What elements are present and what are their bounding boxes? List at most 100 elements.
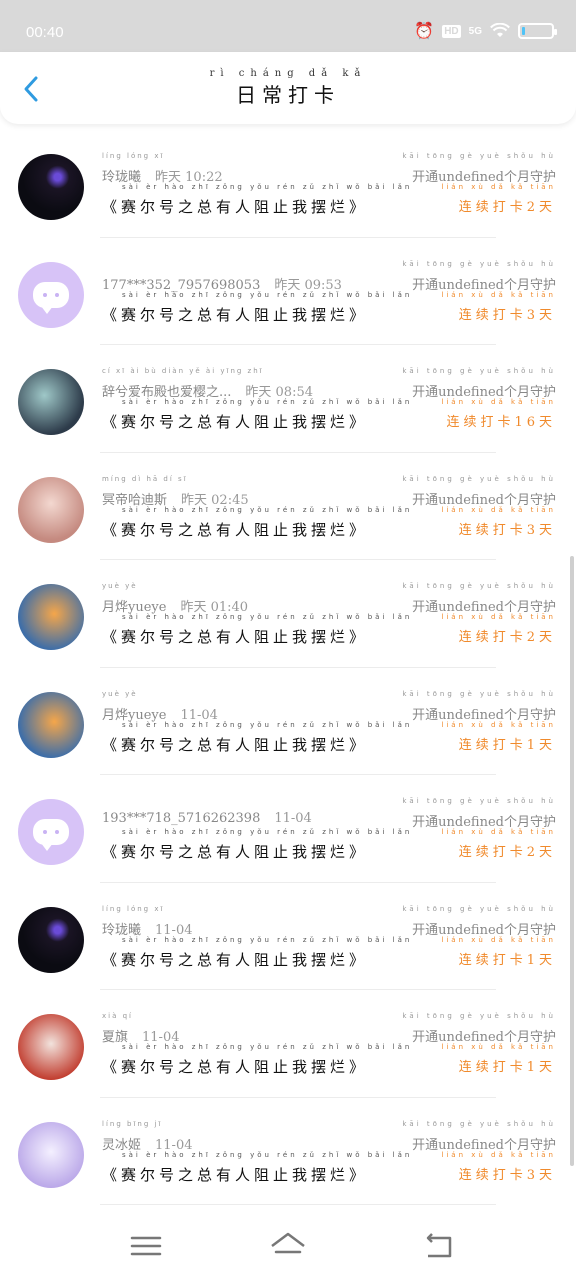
divider <box>100 1204 496 1205</box>
status-time: 00:40 <box>26 24 64 41</box>
user-name-pinyin: míng dì hā dí sī <box>102 474 188 483</box>
streak-text: 连续打卡1天 <box>458 952 556 968</box>
home-icon[interactable] <box>268 1228 308 1264</box>
book-title[interactable]: 《赛尔号之总有人阻止我摆烂》 <box>102 626 368 647</box>
scrollbar[interactable] <box>570 556 574 1166</box>
list-item[interactable]: 193***718_5716262398 11-04 sài èr hào zhī… <box>0 775 576 883</box>
user-name-pinyin: yuè yè <box>102 689 138 698</box>
list-item[interactable]: líng bīng jī 灵冰姬 11-04 sài èr hào zhī zǒn… <box>0 1098 576 1205</box>
streak-text: 连续打卡2天 <box>458 200 556 215</box>
book-title[interactable]: 《赛尔号之总有人阻止我摆烂》 <box>102 841 368 862</box>
status-icons: ⏰ HD 5G <box>414 20 557 42</box>
book-title-pinyin: sài èr hào zhī zǒng yǒu rén zǔ zhǐ wǒ bǎ… <box>122 828 413 836</box>
page-title-pinyin: rì cháng dǎ kǎ <box>209 68 367 79</box>
book-title-pinyin: sài èr hào zhī zǒng yǒu rén zǔ zhǐ wǒ bǎ… <box>122 1043 413 1051</box>
user-name-pinyin: xià qí <box>102 1012 133 1020</box>
avatar[interactable] <box>18 584 84 650</box>
open-guard-pinyin: kāi tōng gè yuè shǒu hù <box>402 797 556 805</box>
book-title[interactable]: 《赛尔号之总有人阻止我摆烂》 <box>102 196 368 217</box>
streak-text: 连续打卡1天 <box>458 737 556 753</box>
open-guard-pinyin: kāi tōng gè yuè shǒu hù <box>402 367 556 375</box>
streak-text: 连续打卡2天 <box>458 845 556 860</box>
streak-pinyin: lián xù dǎ kǎ tiān <box>441 935 556 944</box>
list-item[interactable]: líng lóng xī 玲珑曦 昨天 10:22 sài èr hào zhī … <box>0 130 576 238</box>
battery-icon <box>518 23 557 39</box>
book-title-pinyin: sài èr hào zhī zǒng yǒu rén zǔ zhǐ wǒ bǎ… <box>122 398 413 406</box>
book-title[interactable]: 《赛尔号之总有人阻止我摆烂》 <box>102 949 368 970</box>
user-name-pinyin: líng bīng jī <box>102 1119 163 1128</box>
checkin-time: 11-04 <box>274 811 312 826</box>
open-guard-pinyin: kāi tōng gè yuè shǒu hù <box>402 1119 556 1128</box>
user-name-pinyin: cí xī ài bù diàn yě ài yīng zhī <box>102 367 264 375</box>
user-name-pinyin: líng lóng xī <box>102 904 165 913</box>
book-title[interactable]: 《赛尔号之总有人阻止我摆烂》 <box>102 734 368 755</box>
menu-icon[interactable] <box>126 1228 166 1264</box>
book-title[interactable]: 《赛尔号之总有人阻止我摆烂》 <box>102 1164 368 1185</box>
chat-bubble-icon <box>33 281 69 314</box>
streak-pinyin: lián xù dǎ kǎ tiān <box>441 1150 556 1159</box>
open-guard-pinyin: kāi tōng gè yuè shǒu hù <box>402 582 556 590</box>
book-title-pinyin: sài èr hào zhī zǒng yǒu rén zǔ zhǐ wǒ bǎ… <box>122 183 413 191</box>
user-line: 193***718_5716262398 11-04 <box>102 811 312 826</box>
book-title-pinyin: sài èr hào zhī zǒng yǒu rén zǔ zhǐ wǒ bǎ… <box>122 290 413 299</box>
open-guard-pinyin: kāi tōng gè yuè shǒu hù <box>402 474 556 483</box>
book-title[interactable]: 《赛尔号之总有人阻止我摆烂》 <box>102 1056 368 1077</box>
list-item[interactable]: yuè yè 月烨yueye 11-04 sài èr hào zhī zǒng … <box>0 668 576 775</box>
list-item[interactable]: míng dì hā dí sī 冥帝哈迪斯 昨天 02:45 sài èr hà… <box>0 453 576 560</box>
streak-pinyin: lián xù dǎ kǎ tiān <box>441 613 556 621</box>
avatar[interactable] <box>18 1121 84 1188</box>
user-name-pinyin: yuè yè <box>102 582 138 590</box>
streak-pinyin: lián xù dǎ kǎ tiān <box>441 183 556 191</box>
streak-text: 连续打卡3天 <box>458 1167 556 1183</box>
book-title-pinyin: sài èr hào zhī zǒng yǒu rén zǔ zhǐ wǒ bǎ… <box>122 1150 413 1159</box>
list-item[interactable]: yuè yè 月烨yueye 昨天 01:40 sài èr hào zhī zǒ… <box>0 560 576 668</box>
streak-pinyin: lián xù dǎ kǎ tiān <box>441 290 556 299</box>
network-5g-label: 5G <box>468 25 482 37</box>
list-item[interactable]: 177***352_7957698053 昨天 09:53 sài èr hào … <box>0 238 576 345</box>
streak-text: 连续打卡3天 <box>458 522 556 538</box>
streak-pinyin: lián xù dǎ kǎ tiān <box>441 720 556 729</box>
avatar[interactable] <box>18 799 84 865</box>
avatar[interactable] <box>18 369 84 435</box>
streak-text: 连续打卡3天 <box>458 307 556 323</box>
open-guard-pinyin: kāi tōng gè yuè shǒu hù <box>402 689 556 698</box>
open-guard-pinyin: kāi tōng gè yuè shǒu hù <box>402 1012 556 1020</box>
list-item[interactable]: cí xī ài bù diàn yě ài yīng zhī 辞兮爱布殿也爱樱… <box>0 345 576 453</box>
book-title-pinyin: sài èr hào zhī zǒng yǒu rén zǔ zhǐ wǒ bǎ… <box>122 505 413 514</box>
user-name[interactable]: 193***718_5716262398 <box>102 811 260 826</box>
avatar[interactable] <box>18 261 84 328</box>
back-icon[interactable] <box>418 1228 458 1264</box>
book-title[interactable]: 《赛尔号之总有人阻止我摆烂》 <box>102 411 368 432</box>
open-guard-pinyin: kāi tōng gè yuè shǒu hù <box>402 259 556 268</box>
book-title[interactable]: 《赛尔号之总有人阻止我摆烂》 <box>102 304 368 325</box>
page-title: rì cháng dǎ kǎ 日常打卡 <box>0 68 576 108</box>
streak-pinyin: lián xù dǎ kǎ tiān <box>441 1043 556 1051</box>
avatar[interactable] <box>18 691 84 758</box>
avatar[interactable] <box>18 154 84 220</box>
avatar[interactable] <box>18 906 84 973</box>
user-name-pinyin: líng lóng xī <box>102 152 165 160</box>
streak-pinyin: lián xù dǎ kǎ tiān <box>441 398 556 406</box>
book-title[interactable]: 《赛尔号之总有人阻止我摆烂》 <box>102 519 368 540</box>
header: rì cháng dǎ kǎ 日常打卡 <box>0 52 576 124</box>
streak-text: 连续打卡1天 <box>458 1060 556 1075</box>
list-item[interactable]: xià qí 夏旗 11-04 sài èr hào zhī zǒng yǒu r… <box>0 990 576 1098</box>
streak-pinyin: lián xù dǎ kǎ tiān <box>441 828 556 836</box>
page-title-text: 日常打卡 <box>236 83 340 107</box>
open-guard-pinyin: kāi tōng gè yuè shǒu hù <box>402 152 556 160</box>
book-title-pinyin: sài èr hào zhī zǒng yǒu rén zǔ zhǐ wǒ bǎ… <box>122 935 413 944</box>
streak-text: 连续打卡16天 <box>446 415 556 430</box>
avatar[interactable] <box>18 476 84 543</box>
chat-bubble-icon <box>33 819 69 851</box>
checkin-list[interactable]: líng lóng xī 玲珑曦 昨天 10:22 sài èr hào zhī … <box>0 130 576 1205</box>
avatar[interactable] <box>18 1014 84 1080</box>
hd-badge: HD <box>442 24 461 38</box>
streak-text: 连续打卡2天 <box>458 630 556 645</box>
open-guard-pinyin: kāi tōng gè yuè shǒu hù <box>402 904 556 913</box>
status-bar: 00:40 ⏰ HD 5G <box>0 0 576 52</box>
book-title-pinyin: sài èr hào zhī zǒng yǒu rén zǔ zhǐ wǒ bǎ… <box>122 720 413 729</box>
alarm-icon: ⏰ <box>414 21 435 40</box>
book-title-pinyin: sài èr hào zhī zǒng yǒu rén zǔ zhǐ wǒ bǎ… <box>122 613 413 621</box>
streak-pinyin: lián xù dǎ kǎ tiān <box>441 505 556 514</box>
list-item[interactable]: líng lóng xī 玲珑曦 11-04 sài èr hào zhī zǒn… <box>0 883 576 990</box>
